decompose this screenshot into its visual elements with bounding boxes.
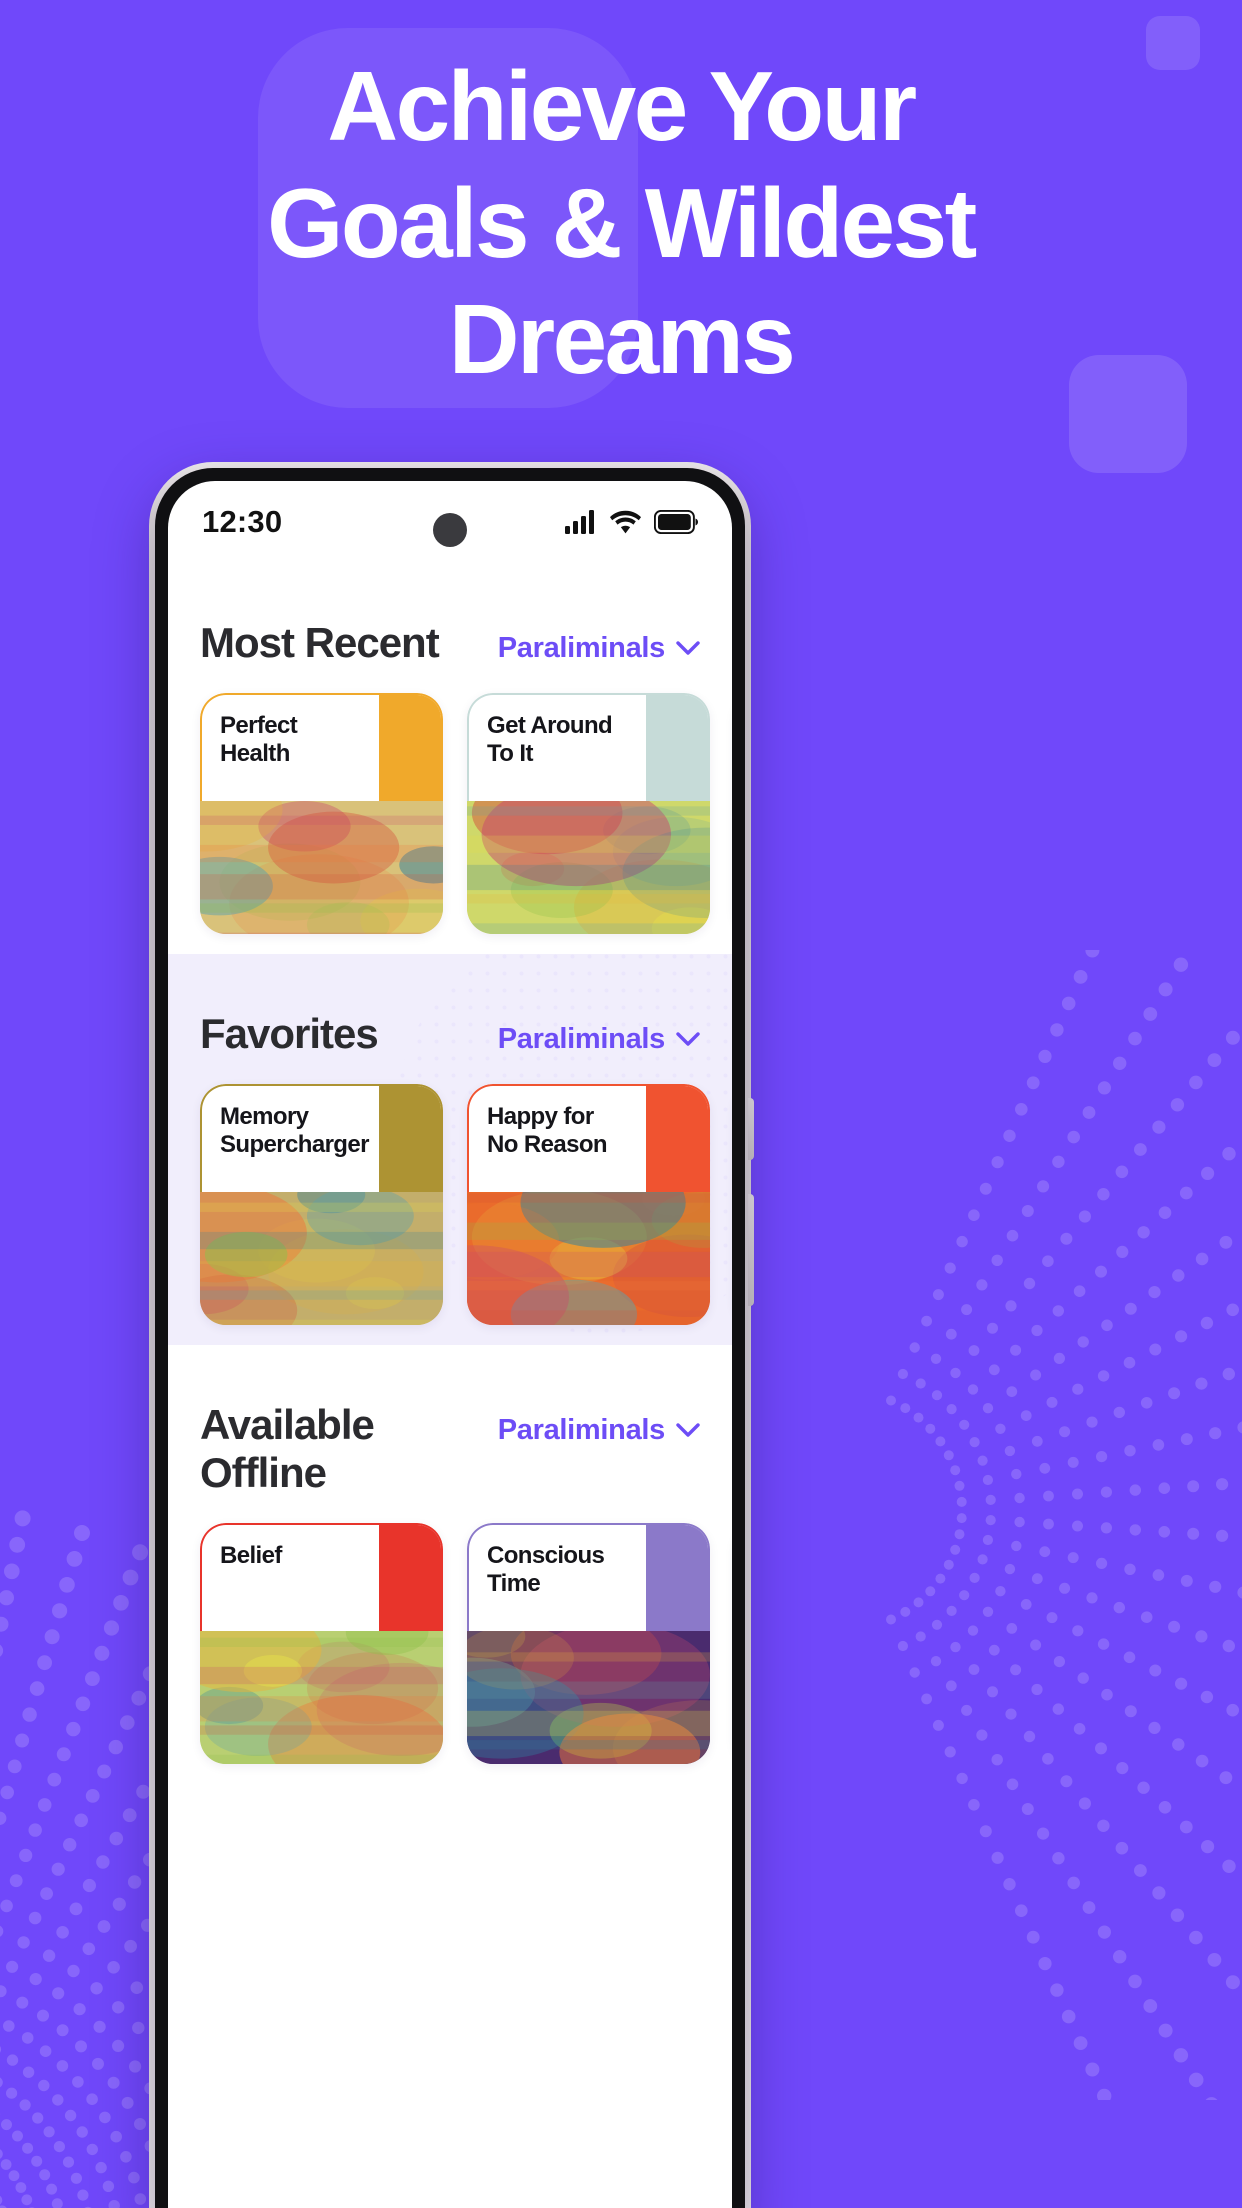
content-sections: Most Recent Paraliminals Perfect Health Get … — [168, 563, 732, 1784]
headline-line-1: Achieve Your — [327, 51, 917, 161]
card-accent-block — [646, 1086, 708, 1192]
filter-dropdown[interactable]: Paraliminals — [498, 1023, 700, 1056]
section-available-offline: Available Offline Paraliminals Belief Consc… — [168, 1345, 732, 1784]
phone-screen: 12:30 Most Recent Paraliminals Perfect H… — [168, 481, 732, 2208]
card-row[interactable]: MemorySuperchargerHappy forNo ReasonFocu… — [168, 1084, 732, 1335]
filter-label: Paraliminals — [497, 1414, 666, 1446]
card-accent-block — [646, 1525, 708, 1631]
section-title: Available Offline — [200, 1401, 375, 1496]
card-title-area: Memory Supercharger — [200, 1084, 443, 1192]
section-title: Favorites — [200, 1010, 379, 1057]
chevron-down-icon — [676, 1423, 700, 1437]
card-accent-block — [379, 1525, 441, 1631]
section-title: Most Recent — [200, 619, 440, 666]
card-artwork — [467, 1631, 710, 1764]
headline-line-3: Dreams — [448, 284, 796, 395]
card-accent-block — [646, 695, 708, 801]
card-title-area: Conscious Time — [467, 1523, 710, 1631]
section-most-recent: Most Recent Paraliminals Perfect Health Get … — [168, 563, 732, 954]
cellular-signal-icon — [565, 510, 597, 534]
headline-line-2: Goals & Wildest — [267, 167, 977, 278]
session-card[interactable]: Belief — [200, 1523, 443, 1764]
card-artwork — [467, 801, 710, 934]
filter-label: Paraliminals — [497, 632, 666, 664]
front-camera-punchhole — [433, 513, 467, 547]
card-title: Perfect Health — [220, 712, 298, 767]
card-accent-block — [379, 1086, 441, 1192]
chevron-down-icon — [676, 1032, 700, 1046]
filter-dropdown[interactable]: Paraliminals — [498, 632, 700, 665]
card-row[interactable]: PerfectHealthGet AroundTo ItLettingGo — [168, 693, 732, 944]
session-card[interactable]: Get Around To It — [467, 693, 710, 934]
status-bar-clock: 12:30 — [202, 504, 283, 539]
card-artwork — [200, 1192, 443, 1325]
page-title: Achieve Your Goals & Wildest Dreams — [0, 48, 1242, 398]
session-card[interactable]: Conscious Time — [467, 1523, 710, 1764]
card-title-area: Happy for No Reason — [467, 1084, 710, 1192]
card-title-area: Belief — [200, 1523, 443, 1631]
session-card[interactable]: Happy for No Reason — [467, 1084, 710, 1325]
card-title: Happy for No Reason — [487, 1103, 608, 1158]
session-card[interactable]: Memory Supercharger — [200, 1084, 443, 1325]
battery-full-icon — [654, 510, 698, 534]
card-title: Conscious Time — [487, 1542, 605, 1597]
wifi-icon — [610, 510, 641, 534]
phone-power-button[interactable] — [748, 1194, 754, 1306]
phone-mockup: 12:30 Most Recent Paraliminals Perfect H… — [149, 462, 754, 2208]
card-row[interactable]: BeliefConsciousTimeBreaking theHabit — [168, 1523, 732, 1774]
session-card[interactable]: Perfect Health — [200, 693, 443, 934]
card-artwork — [200, 1631, 443, 1764]
filter-label: Paraliminals — [497, 1023, 666, 1055]
card-title-area: Get Around To It — [467, 693, 710, 801]
phone-volume-button[interactable] — [748, 1098, 754, 1160]
card-title: Belief — [220, 1542, 282, 1569]
card-artwork — [200, 801, 443, 934]
card-title-area: Perfect Health — [200, 693, 443, 801]
phone-frame: 12:30 Most Recent Paraliminals Perfect H… — [155, 468, 745, 2208]
section-favorites: Favorites Paraliminals Memory Supercharger H… — [168, 954, 732, 1345]
card-artwork — [467, 1192, 710, 1325]
status-bar: 12:30 — [168, 481, 732, 563]
chevron-down-icon — [676, 641, 700, 655]
card-title: Get Around To It — [487, 712, 613, 767]
section-header: Favorites Paraliminals — [168, 954, 732, 1084]
status-bar-icons — [565, 510, 698, 534]
section-header: Available Offline Paraliminals — [168, 1345, 732, 1523]
card-accent-block — [379, 695, 441, 801]
section-header: Most Recent Paraliminals — [168, 563, 732, 693]
decorative-dot-burst-right — [802, 950, 1242, 2100]
card-title: Memory Supercharger — [220, 1103, 369, 1158]
filter-dropdown[interactable]: Paraliminals — [498, 1414, 700, 1447]
